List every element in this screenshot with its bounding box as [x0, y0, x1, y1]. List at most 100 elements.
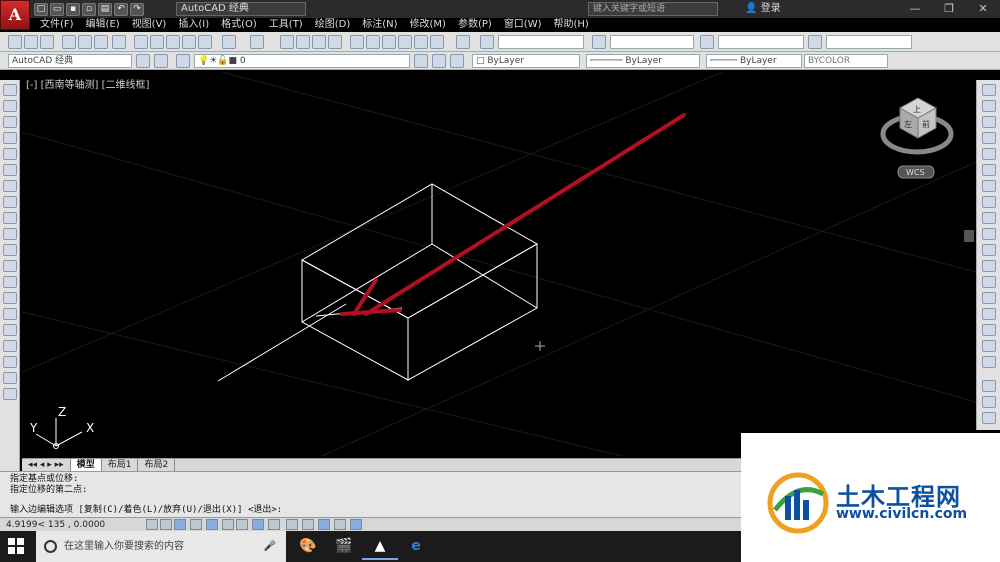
- text-style-combo[interactable]: [498, 35, 584, 49]
- gradient-icon[interactable]: [3, 324, 17, 336]
- workspace-combo-2[interactable]: AutoCAD 经典: [8, 54, 132, 68]
- preview-icon[interactable]: [78, 35, 92, 49]
- copy-icon[interactable]: [150, 35, 164, 49]
- layer-manager-icon[interactable]: [176, 54, 190, 68]
- array-icon[interactable]: [982, 148, 996, 160]
- menu-help[interactable]: 帮助(H): [548, 18, 595, 32]
- trim-icon[interactable]: [982, 228, 996, 240]
- menu-file[interactable]: 文件(F): [34, 18, 80, 32]
- table-icon[interactable]: [3, 356, 17, 368]
- offset-icon[interactable]: [982, 132, 996, 144]
- sheetset-icon[interactable]: [398, 35, 412, 49]
- break-icon[interactable]: [982, 276, 996, 288]
- viewport-controls-label[interactable]: [-] [西南等轴测] [二维线框]: [26, 76, 149, 91]
- object-snap-icon[interactable]: [222, 519, 234, 530]
- make-block-icon[interactable]: [3, 276, 17, 288]
- box-wireframe[interactable]: [217, 183, 539, 382]
- print-icon[interactable]: ▤: [98, 2, 112, 16]
- paste-icon[interactable]: [166, 35, 180, 49]
- fillet-icon[interactable]: [982, 324, 996, 336]
- coordinate-readout[interactable]: 4.9199< 135 , 0.0000: [6, 519, 105, 531]
- viewcube[interactable]: 上 左 前: [880, 97, 954, 155]
- new-icon[interactable]: □: [34, 2, 48, 16]
- ellipse-arc-icon[interactable]: [3, 244, 17, 256]
- dim-style-icon[interactable]: [592, 35, 606, 49]
- table-style-icon[interactable]: [700, 35, 714, 49]
- close-icon[interactable]: ✕: [966, 0, 1000, 18]
- help-icon[interactable]: [456, 35, 470, 49]
- menu-insert[interactable]: 插入(I): [172, 18, 215, 32]
- linetype-combo[interactable]: ────── ByLayer: [586, 54, 700, 68]
- dim-style-combo[interactable]: [610, 35, 694, 49]
- properties-icon[interactable]: [350, 35, 364, 49]
- mleader-style-combo[interactable]: [826, 35, 912, 49]
- bring-front-icon[interactable]: [982, 396, 996, 408]
- publish-icon[interactable]: [94, 35, 108, 49]
- save-icon[interactable]: [40, 35, 54, 49]
- layer-iso-icon[interactable]: [450, 54, 464, 68]
- color-combo[interactable]: □ ByLayer: [472, 54, 580, 68]
- quick-properties-icon[interactable]: [334, 519, 346, 530]
- dynamic-input-icon[interactable]: [286, 519, 298, 530]
- pan-icon[interactable]: [280, 35, 294, 49]
- tool-palettes-icon[interactable]: [382, 35, 396, 49]
- microphone-icon[interactable]: 🎤: [264, 531, 276, 562]
- polar-tracking-icon[interactable]: [206, 519, 218, 530]
- chamfer-icon[interactable]: [982, 308, 996, 320]
- windows-start-icon[interactable]: [8, 538, 24, 554]
- workspace-settings-icon[interactable]: [136, 54, 150, 68]
- polygon-icon[interactable]: [3, 132, 17, 144]
- undo-icon[interactable]: ↶: [114, 2, 128, 16]
- autocad-logo-button[interactable]: A: [0, 0, 30, 30]
- menu-modify[interactable]: 修改(M): [404, 18, 452, 32]
- quickcalc-icon[interactable]: [430, 35, 444, 49]
- video-app-icon[interactable]: 🎬: [326, 533, 362, 560]
- arc-icon[interactable]: [3, 164, 17, 176]
- rotate-icon[interactable]: [982, 180, 996, 192]
- erase-icon[interactable]: [982, 84, 996, 96]
- saveas-icon[interactable]: ▫: [82, 2, 96, 16]
- save-icon[interactable]: ▪: [66, 2, 80, 16]
- plot-icon[interactable]: [62, 35, 76, 49]
- command-prompt-line[interactable]: 输入边编辑选项 [复制(C)/着色(L)/放弃(U)/退出(X)] <退出>:: [10, 505, 731, 516]
- menu-edit[interactable]: 编辑(E): [80, 18, 126, 32]
- circle-icon[interactable]: [3, 180, 17, 192]
- minimize-icon[interactable]: —: [898, 0, 932, 18]
- qnew-icon[interactable]: [8, 35, 22, 49]
- join-icon[interactable]: [982, 292, 996, 304]
- zoom-window-icon[interactable]: [312, 35, 326, 49]
- layer-previous-icon[interactable]: [432, 54, 446, 68]
- copy-object-icon[interactable]: [982, 100, 996, 112]
- add-selected-icon[interactable]: [3, 388, 17, 400]
- region-icon[interactable]: [3, 340, 17, 352]
- 3d-print-icon[interactable]: [112, 35, 126, 49]
- command-window[interactable]: 指定基点或位移: 指定位移的第二点: 输入边编辑选项 [复制(C)/着色(L)/…: [0, 471, 741, 517]
- draworder-icon[interactable]: [982, 380, 996, 392]
- object-snap-tracking-icon[interactable]: [252, 519, 264, 530]
- menu-view[interactable]: 视图(V): [126, 18, 173, 32]
- zoom-previous-icon[interactable]: [328, 35, 342, 49]
- send-back-icon[interactable]: [982, 412, 996, 424]
- mirror-icon[interactable]: [982, 116, 996, 128]
- cut-icon[interactable]: [134, 35, 148, 49]
- markup-icon[interactable]: [414, 35, 428, 49]
- 3d-osnap-icon[interactable]: [236, 519, 248, 530]
- layer-combo[interactable]: 💡☀🔓■ 0: [194, 54, 410, 68]
- snap-mode-icon[interactable]: [160, 519, 172, 530]
- restore-icon[interactable]: ❐: [932, 0, 966, 18]
- spline-icon[interactable]: [3, 212, 17, 224]
- extend-icon[interactable]: [982, 244, 996, 256]
- break-at-point-icon[interactable]: [982, 260, 996, 272]
- redo-icon[interactable]: ↷: [130, 2, 144, 16]
- open-icon[interactable]: [24, 35, 38, 49]
- construction-line-icon[interactable]: [3, 100, 17, 112]
- mtext-icon[interactable]: [3, 372, 17, 384]
- polyline-icon[interactable]: [3, 116, 17, 128]
- selection-cycling-icon[interactable]: [350, 519, 362, 530]
- dynamic-ucs-icon[interactable]: [268, 519, 280, 530]
- zoom-realtime-icon[interactable]: [296, 35, 310, 49]
- tab-layout2[interactable]: 布局2: [138, 459, 176, 471]
- matchprop-icon[interactable]: [182, 35, 196, 49]
- transparency-icon[interactable]: [318, 519, 330, 530]
- grid-display-icon[interactable]: [174, 519, 186, 530]
